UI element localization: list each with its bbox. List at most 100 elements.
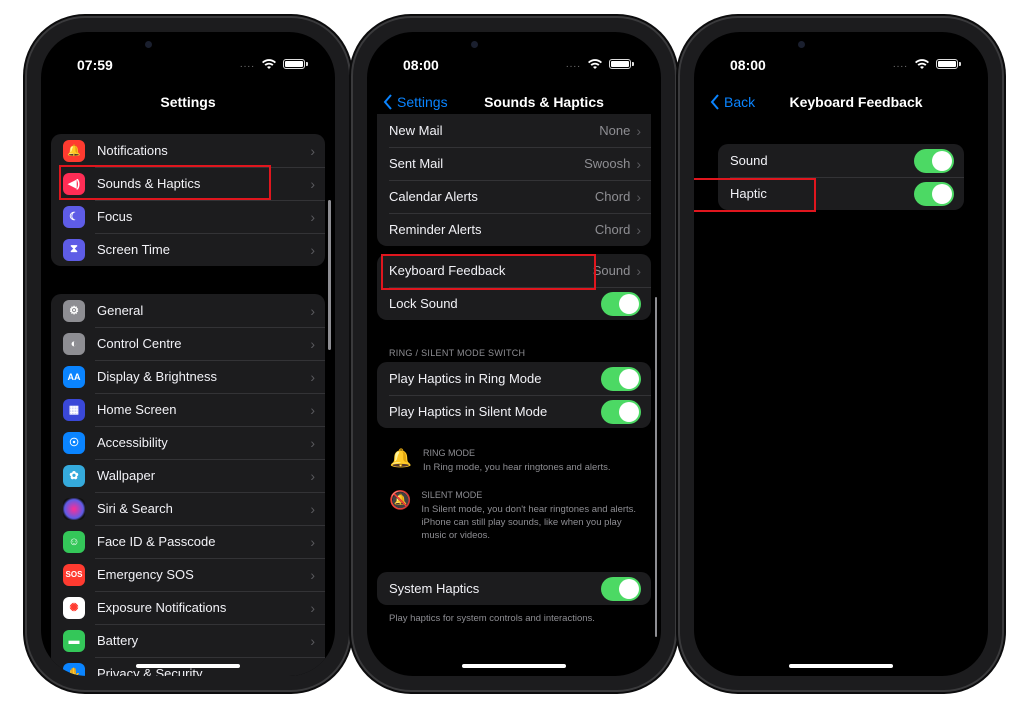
battery-status-icon [283, 59, 308, 69]
settings-item-display-brightness[interactable]: AA Display & Brightness › [51, 360, 325, 393]
silent-haptics-toggle[interactable] [601, 399, 641, 424]
settings-item-label: Exposure Notifications [97, 600, 227, 615]
settings-item-home-screen[interactable]: ▦ Home Screen › [51, 393, 325, 426]
settings-screen: 07:59 .... Settings 🔔 Notifications › ◀)… [41, 32, 335, 676]
flower-icon: ✿ [63, 464, 85, 487]
row-label: Sound [730, 153, 768, 168]
gear-icon: ⚙ [63, 299, 85, 322]
settings-item-focus[interactable]: ☾ Focus › [51, 200, 325, 233]
highlight-box [59, 165, 271, 200]
home-indicator[interactable] [789, 664, 893, 668]
chevron-right-icon: › [310, 142, 315, 159]
chevron-right-icon: › [310, 500, 315, 517]
settings-item-label: Focus [97, 209, 133, 224]
battery-icon: ▬ [63, 629, 85, 652]
settings-item-wallpaper[interactable]: ✿ Wallpaper › [51, 459, 325, 492]
system-haptics-footer: Play haptics for system controls and int… [389, 613, 595, 624]
chevron-right-icon: › [636, 262, 641, 279]
row-label: New Mail [389, 123, 443, 138]
notch [439, 32, 589, 60]
chevron-right-icon: › [310, 241, 315, 258]
ring-haptics-toggle[interactable] [601, 366, 641, 391]
haptic-toggle[interactable] [914, 181, 954, 206]
highlight-box [694, 178, 816, 212]
settings-item-battery[interactable]: ▬ Battery › [51, 624, 325, 657]
chevron-right-icon: › [310, 401, 315, 418]
alerts-group: New Mail None › Sent Mail Swoosh › Calen… [377, 114, 651, 246]
row-value: Chord [594, 222, 631, 237]
settings-item-label: Battery [97, 633, 139, 648]
status-icons: .... [239, 58, 308, 70]
settings-item-siri-search[interactable]: Siri & Search › [51, 492, 325, 525]
phone-settings: 07:59 .... Settings 🔔 Notifications › ◀)… [27, 18, 349, 690]
signal-icon: .... [892, 58, 908, 70]
status-time: 08:00 [403, 57, 439, 73]
sounds-haptics-screen: 08:00 .... Settings Sounds & Haptics New… [367, 32, 661, 676]
home-indicator[interactable] [462, 664, 566, 668]
navbar: Back Keyboard Feedback [694, 90, 988, 120]
settings-item-notifications[interactable]: 🔔 Notifications › [51, 134, 325, 167]
battery-status-icon [936, 59, 961, 69]
signal-icon: .... [565, 58, 581, 70]
system-haptics-group: System Haptics [377, 572, 651, 605]
chevron-right-icon: › [310, 335, 315, 352]
signal-icon: .... [239, 58, 255, 70]
ring-mode-title: RING MODE [423, 448, 476, 458]
chevron-right-icon: › [636, 122, 641, 139]
app-grid-icon: ▦ [63, 398, 85, 421]
ring-haptics-row: Play Haptics in Ring Mode [377, 362, 651, 395]
sound-toggle[interactable] [914, 148, 954, 173]
keyboard-feedback-screen: 08:00 .... Back Keyboard Feedback Sound … [694, 32, 988, 676]
alert-row-sent-mail[interactable]: Sent Mail Swoosh › [377, 147, 651, 180]
alert-row-reminder[interactable]: Reminder Alerts Chord › [377, 213, 651, 246]
settings-item-emergency-sos[interactable]: SOS Emergency SOS › [51, 558, 325, 591]
settings-item-control-centre[interactable]: ◐ Control Centre › [51, 327, 325, 360]
face-id-icon: ☺ [63, 530, 85, 553]
lock-sound-row: Lock Sound [377, 287, 651, 320]
settings-group-2: ⚙ General › ◐ Control Centre › AA Displa… [51, 294, 325, 676]
chevron-right-icon: › [310, 302, 315, 319]
scrollbar[interactable] [328, 200, 331, 350]
alert-row-calendar[interactable]: Calendar Alerts Chord › [377, 180, 651, 213]
phone-sounds-haptics: 08:00 .... Settings Sounds & Haptics New… [353, 18, 675, 690]
page-title: Keyboard Feedback [789, 94, 923, 110]
sound-row: Sound [718, 144, 964, 177]
bell-icon: 🔔 [389, 448, 413, 468]
navbar: Settings [41, 90, 335, 120]
status-icons: .... [892, 58, 961, 70]
ring-silent-group: Play Haptics in Ring Mode Play Haptics i… [377, 362, 651, 428]
siri-icon [63, 497, 85, 520]
chevron-right-icon: › [636, 188, 641, 205]
section-header: RING / SILENT MODE SWITCH [389, 348, 526, 358]
lock-sound-toggle[interactable] [601, 291, 641, 316]
wifi-icon [915, 59, 929, 69]
settings-item-accessibility[interactable]: ☉ Accessibility › [51, 426, 325, 459]
status-time: 08:00 [730, 57, 766, 73]
scrollbar[interactable] [655, 297, 657, 637]
system-haptics-toggle[interactable] [601, 576, 641, 601]
chevron-right-icon: › [310, 467, 315, 484]
row-label: Sent Mail [389, 156, 444, 171]
ring-mode-info: 🔔 RING MODE In Ring mode, you hear ringt… [389, 448, 643, 474]
chevron-right-icon: › [310, 632, 315, 649]
bell-slash-icon: 🔕 [389, 490, 412, 510]
chevron-right-icon: › [310, 208, 315, 225]
row-label: Play Haptics in Silent Mode [389, 404, 548, 419]
settings-item-face-id[interactable]: ☺ Face ID & Passcode › [51, 525, 325, 558]
settings-item-general[interactable]: ⚙ General › [51, 294, 325, 327]
chevron-right-icon: › [310, 368, 315, 385]
settings-item-exposure[interactable]: ✺ Exposure Notifications › [51, 591, 325, 624]
chevron-right-icon: › [310, 599, 315, 616]
silent-mode-desc: In Silent mode, you don't hear ringtones… [421, 504, 637, 541]
settings-item-screen-time[interactable]: ⧗ Screen Time › [51, 233, 325, 266]
silent-mode-title: SILENT MODE [421, 490, 483, 500]
home-indicator[interactable] [136, 664, 240, 668]
wifi-icon [262, 59, 276, 69]
chevron-right-icon: › [310, 533, 315, 550]
row-label: Reminder Alerts [389, 222, 482, 237]
battery-status-icon [609, 59, 634, 69]
text-size-icon: AA [63, 365, 85, 388]
settings-item-label: Wallpaper [97, 468, 156, 483]
alert-row-new-mail[interactable]: New Mail None › [377, 114, 651, 147]
row-value: Sound [592, 263, 631, 278]
